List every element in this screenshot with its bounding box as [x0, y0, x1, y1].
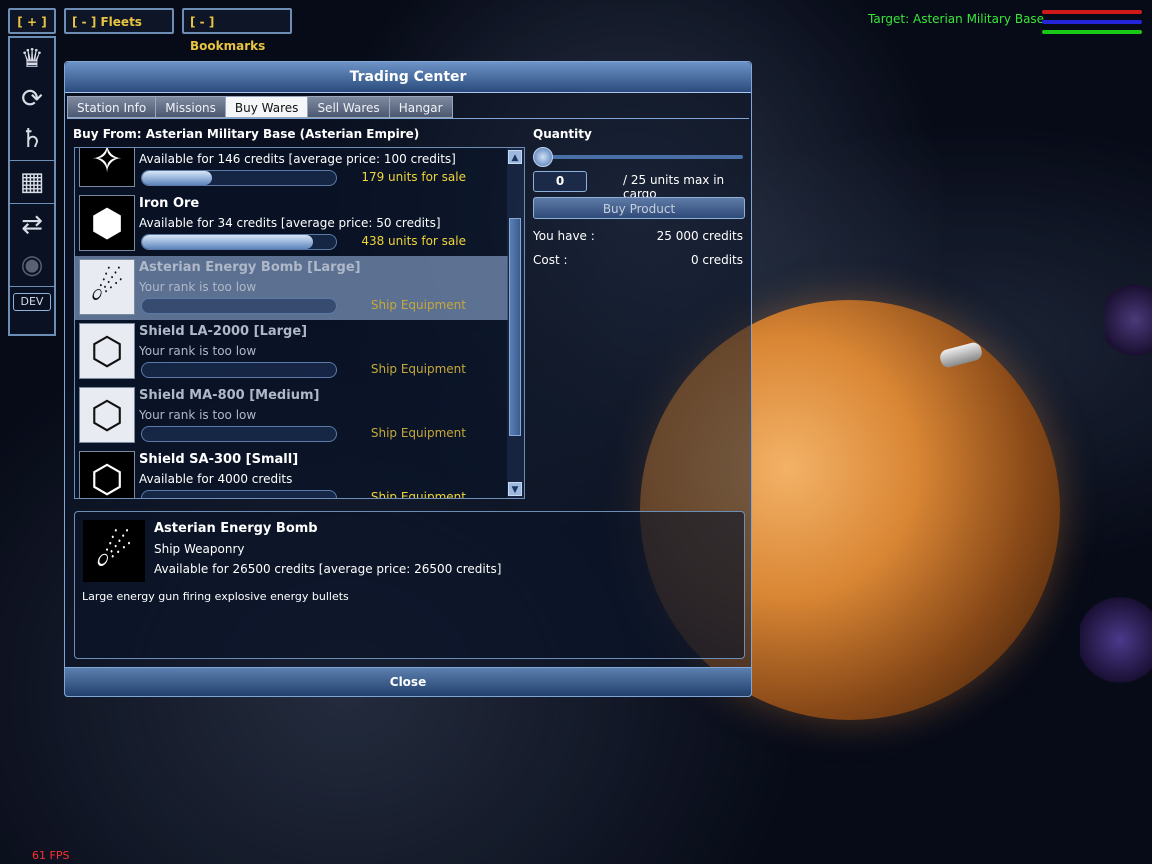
item-stock-bar: [141, 426, 337, 442]
shield-icon: ⬡: [79, 323, 135, 379]
tab-missions[interactable]: Missions: [155, 96, 226, 118]
ware-detail-panel: ☄ Asterian Energy Bomb Ship Weaponry Ava…: [74, 511, 745, 659]
item-stock-bar: [141, 362, 337, 378]
you-have-value: 25 000 credits: [656, 229, 743, 243]
scroll-up-icon[interactable]: ▲: [508, 150, 522, 164]
scroll-down-icon[interactable]: ▼: [508, 482, 522, 496]
item-stock-bar: [141, 170, 337, 186]
item-stock-bar: [141, 298, 337, 314]
sidebar-divider: [10, 286, 54, 287]
item-units: Ship Equipment: [370, 298, 466, 312]
item-stock-bar: [141, 490, 337, 498]
quantity-input[interactable]: 0: [533, 171, 587, 192]
energy-bomb-icon: ☄: [83, 520, 145, 582]
item-name: Shield SA-300 [Small]: [139, 452, 299, 467]
tab-content: Buy From: Asterian Military Base (Asteri…: [67, 118, 749, 667]
trade-icon[interactable]: ⇄: [10, 206, 54, 244]
item-description: Available for 146 credits [average price…: [139, 152, 456, 166]
item-stock-fill: [142, 171, 212, 185]
quantity-slider[interactable]: [537, 155, 743, 159]
scroll-thumb[interactable]: [509, 218, 521, 436]
item-stock-fill: [142, 235, 313, 249]
crown-icon[interactable]: ♛: [10, 40, 54, 78]
list-item[interactable]: ☄ Asterian Energy Bomb [Large] Your rank i…: [75, 256, 508, 320]
quantity-label: Quantity: [533, 127, 592, 141]
tab-station-info[interactable]: Station Info: [67, 96, 157, 118]
fleets-button[interactable]: [ - ] Fleets: [64, 8, 174, 34]
detail-description: Large energy gun firing explosive energy…: [82, 590, 349, 603]
tab-hangar[interactable]: Hangar: [388, 96, 453, 118]
list-scrollbar[interactable]: ▲ ▼: [507, 148, 524, 498]
list-item[interactable]: ⬡ Shield LA-2000 [Large] Your rank is too …: [75, 320, 508, 384]
target-energy-bar: [1042, 30, 1142, 34]
item-name: Shield MA-800 [Medium]: [139, 388, 320, 403]
ship-station-lower[interactable]: [1080, 595, 1152, 685]
crystal-icon: ✧: [79, 148, 135, 187]
energy-bomb-icon: ☄: [79, 259, 135, 315]
item-units: Ship Equipment: [370, 362, 466, 376]
detail-name: Asterian Energy Bomb: [154, 521, 318, 536]
expand-button[interactable]: [ + ]: [8, 8, 56, 34]
item-name: Shield LA-2000 [Large]: [139, 324, 308, 339]
quantity-slider-knob[interactable]: [533, 147, 553, 167]
tab-sell-wares[interactable]: Sell Wares: [307, 96, 390, 118]
item-description: Your rank is too low: [139, 344, 257, 358]
you-have-label: You have :: [533, 229, 595, 243]
window-title: Trading Center: [65, 62, 751, 93]
close-button[interactable]: Close: [64, 667, 752, 697]
wares-list[interactable]: ✧ Available for 146 credits [average pric…: [74, 147, 525, 499]
item-description: Available for 34 credits [average price:…: [139, 216, 441, 230]
detail-availability: Available for 26500 credits [average pri…: [154, 562, 502, 576]
shield-icon: ⬡: [79, 451, 135, 498]
target-label: Target: Asterian Military Base: [868, 12, 1045, 26]
item-name: Iron Ore: [139, 196, 200, 211]
sidebar: ♛ ⟳ ♄ ▦ ⇄ ◉ DEV: [8, 36, 56, 336]
trading-center-window: Trading Center Station Info Missions Buy…: [64, 61, 752, 697]
item-stock-bar: [141, 234, 337, 250]
list-item[interactable]: ⬡ Shield MA-800 [Medium] Your rank is too …: [75, 384, 508, 448]
item-description: Your rank is too low: [139, 280, 257, 294]
bookmarks-button[interactable]: [ - ] Bookmarks: [182, 8, 292, 53]
buy-product-button[interactable]: Buy Product: [533, 197, 745, 219]
detail-category: Ship Weaponry: [154, 542, 245, 556]
list-item[interactable]: ⬡ Shield SA-300 [Small] Available for 4000…: [75, 448, 508, 499]
planet-icon[interactable]: ♄: [10, 120, 54, 158]
dev-button[interactable]: DEV: [13, 293, 51, 311]
signal-icon: ◉: [20, 250, 44, 280]
sidebar-divider: [10, 160, 54, 161]
ship-station-upper[interactable]: [1105, 280, 1152, 360]
cargo-icon[interactable]: ▦: [10, 163, 54, 201]
list-item[interactable]: ⬢ Iron Ore Available for 34 credits [avera…: [75, 192, 508, 256]
target-shield-bar: [1042, 20, 1142, 24]
target-hull-bar: [1042, 10, 1142, 14]
item-description: Available for 4000 credits: [139, 472, 293, 486]
fps-counter: 61 FPS: [32, 849, 70, 862]
tab-buy-wares[interactable]: Buy Wares: [224, 96, 309, 118]
cost-value: 0 credits: [690, 253, 743, 267]
shield-icon: ⬡: [79, 387, 135, 443]
cost-label: Cost :: [533, 253, 568, 267]
list-item[interactable]: ✧ Available for 146 credits [average pric…: [75, 148, 508, 192]
ore-icon: ⬢: [79, 195, 135, 251]
item-units: 179 units for sale: [361, 170, 466, 184]
cycle-icon[interactable]: ⟳: [10, 80, 54, 118]
sidebar-divider: [10, 203, 54, 204]
item-units: Ship Equipment: [370, 490, 466, 499]
tab-bar: Station Info Missions Buy Wares Sell War…: [67, 96, 453, 118]
item-units: Ship Equipment: [370, 426, 466, 440]
item-description: Your rank is too low: [139, 408, 257, 422]
buy-from-label: Buy From: Asterian Military Base (Asteri…: [73, 127, 420, 141]
item-name: Asterian Energy Bomb [Large]: [139, 260, 361, 275]
item-units: 438 units for sale: [361, 234, 466, 248]
